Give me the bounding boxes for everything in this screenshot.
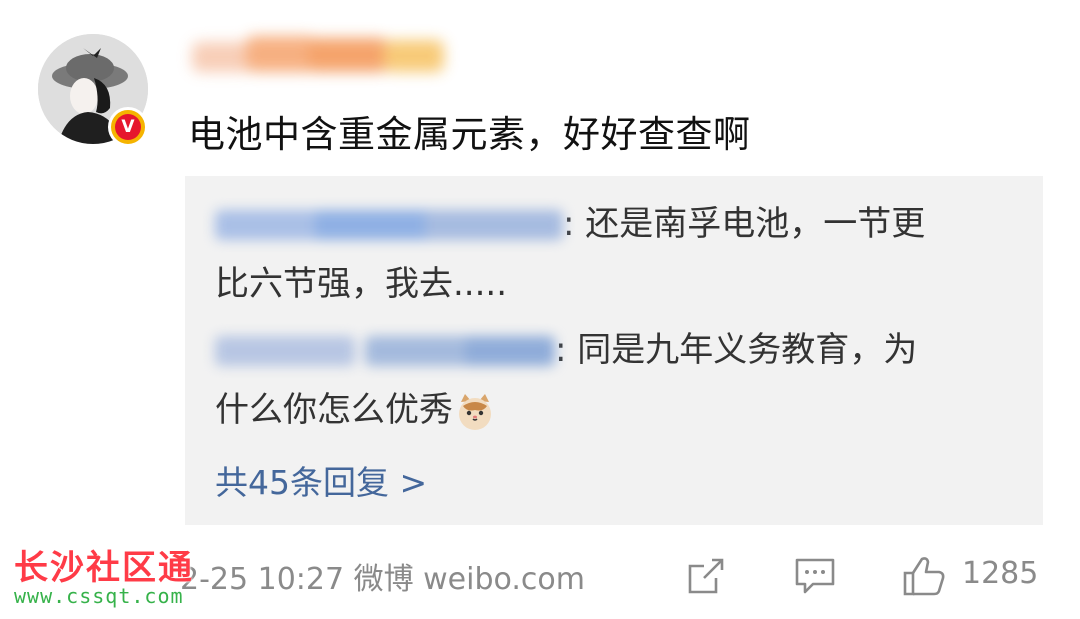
watermark-url: www.cssqt.com <box>14 584 184 608</box>
comment-text: 电池中含重金属元素，好好查查啊 <box>188 113 751 156</box>
reply-text: : 同是九年义务教育，为 <box>555 330 918 370</box>
cat-emoji-icon <box>459 393 491 430</box>
post-meta: 2-25 10:27 微博 weibo.com <box>180 562 585 597</box>
reply-text: : 还是南孚电池，一节更 <box>563 204 926 244</box>
share-button[interactable] <box>686 556 726 596</box>
reply-box[interactable]: : 还是南孚电池，一节更 比六节强，我去..... : 同是九年义务教育，为 什… <box>185 176 1043 525</box>
username[interactable] <box>188 30 450 80</box>
like-button[interactable] <box>902 556 946 596</box>
reply-text: 比六节强，我去..... <box>215 264 508 304</box>
watermark-title: 长沙社区通 <box>14 548 194 588</box>
comment-icon <box>795 558 835 594</box>
like-icon <box>903 557 945 596</box>
reply-2[interactable]: : 同是九年义务教育，为 什么你怎么优秀 <box>215 320 917 440</box>
reply-text: 什么你怎么优秀 <box>215 390 453 430</box>
reply-1[interactable]: : 还是南孚电池，一节更 比六节强，我去..... <box>215 194 925 314</box>
like-count: 1285 <box>962 556 1039 591</box>
share-icon <box>688 558 724 594</box>
comment-button[interactable] <box>794 556 836 596</box>
reply-username[interactable] <box>215 332 555 372</box>
verified-badge-icon: V <box>108 107 148 147</box>
more-replies-link[interactable]: 共45条回复 > <box>215 456 427 504</box>
reply-username[interactable] <box>215 206 563 246</box>
